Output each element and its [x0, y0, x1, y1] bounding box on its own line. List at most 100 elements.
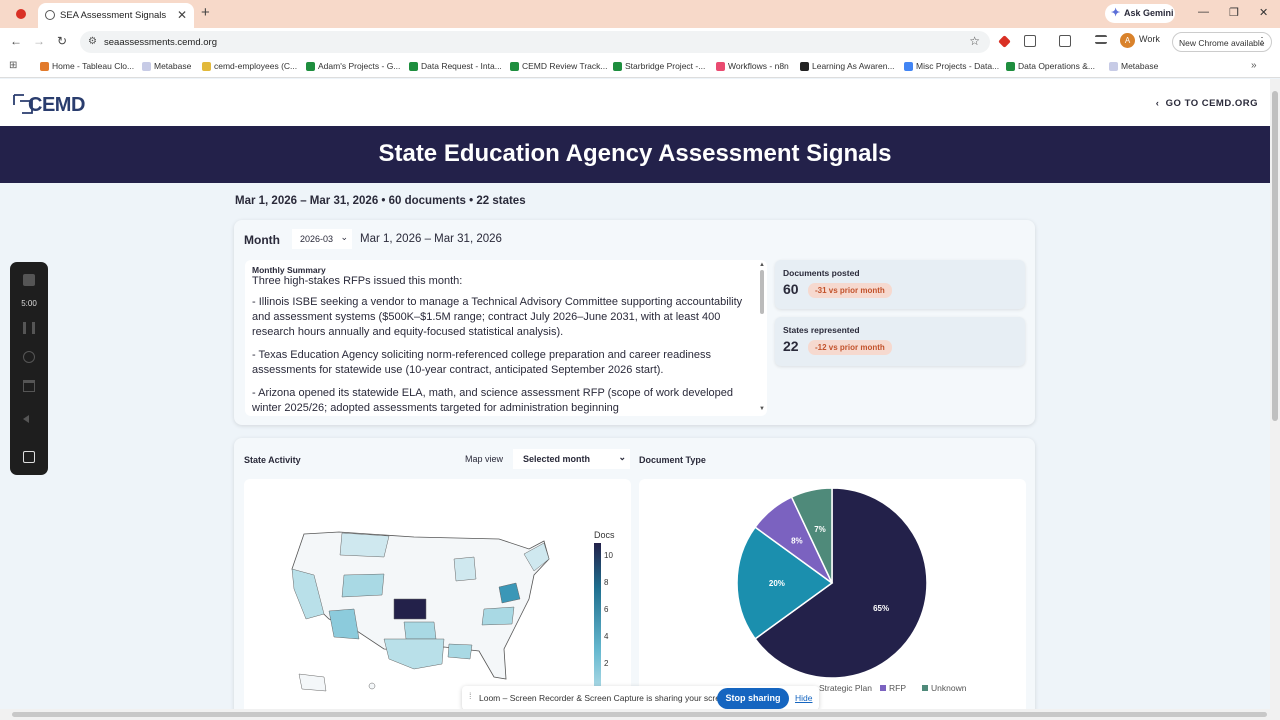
legend-label[interactable]: RFP [889, 683, 906, 693]
globe-icon [45, 10, 55, 20]
documents-posted-card: Documents posted 60 -31 vs prior month [775, 260, 1025, 309]
legend-label[interactable]: Unknown [931, 683, 967, 693]
logo-text[interactable]: CEMD [28, 94, 85, 117]
bookmark-item[interactable]: CEMD Review Track... [510, 61, 608, 71]
hide-link[interactable]: Hide [795, 693, 812, 703]
summary-scrollbar[interactable]: ▲ ▼ [759, 262, 765, 414]
month-select[interactable]: 2026-03 ⌄ [292, 229, 352, 249]
state-region[interactable] [383, 638, 445, 670]
forward-icon[interactable]: → [33, 34, 45, 48]
url-field[interactable]: ⚙ seaassessments.cemd.org ☆ [80, 31, 990, 53]
bookmark-item[interactable]: Data Request - Inta... [409, 61, 502, 71]
profile-name: Work [1139, 34, 1160, 44]
close-tab-icon[interactable]: ✕ [177, 8, 187, 22]
new-chrome-available-button[interactable]: New Chrome available ⋮ [1172, 32, 1272, 52]
more-menu-icon[interactable]: ⋮ [1257, 36, 1267, 47]
loom-sharing-banner: ⁞ Loom – Screen Recorder & Screen Captur… [462, 686, 819, 710]
state-region-kansas[interactable] [393, 598, 427, 620]
scroll-thumb[interactable] [1272, 91, 1278, 421]
pie-value-label: 7% [814, 525, 826, 534]
legend-swatch [880, 685, 886, 691]
sheets-icon [306, 62, 315, 71]
legend-label[interactable]: Strategic Plan [819, 683, 872, 693]
hawaii-region[interactable] [368, 682, 376, 690]
state-region[interactable] [481, 606, 515, 626]
camera-icon[interactable] [23, 451, 35, 463]
browser-tab-bar: SEA Assessment Signals ✕ + ✦ Ask Gemini … [0, 0, 1280, 28]
minimize-icon[interactable]: — [1198, 6, 1209, 18]
address-bar-row: ← → ↻ ⚙ seaassessments.cemd.org ☆ A Work… [0, 28, 1280, 56]
ask-gemini-button[interactable]: ✦ Ask Gemini [1105, 4, 1175, 23]
stop-record-icon[interactable] [23, 274, 35, 286]
bookmark-label: Metabase [1121, 61, 1159, 71]
map-view-value: Selected month [523, 454, 591, 464]
page-vertical-scrollbar[interactable] [1270, 79, 1280, 711]
sheets-icon [409, 62, 418, 71]
bookmark-item[interactable]: Adam's Projects - G... [306, 61, 400, 71]
bookmark-item[interactable]: cemd-employees (C... [202, 61, 297, 71]
restart-icon[interactable] [23, 351, 35, 363]
screenshot-icon[interactable] [1059, 35, 1071, 47]
rewind-icon[interactable] [23, 415, 29, 423]
ask-gemini-label: Ask Gemini [1124, 8, 1174, 18]
restore-icon[interactable]: ❐ [1229, 6, 1239, 19]
legend-tick-label: 2 [604, 659, 609, 668]
state-region[interactable] [341, 573, 385, 598]
new-tab-button[interactable]: + [201, 4, 210, 21]
reload-icon[interactable]: ↻ [57, 34, 67, 48]
bookmark-item[interactable]: Data Operations &... [1006, 61, 1095, 71]
state-region[interactable] [403, 621, 437, 640]
tab-search-icon[interactable] [1095, 35, 1107, 44]
trash-icon[interactable] [23, 380, 35, 392]
state-region[interactable] [453, 556, 477, 582]
scroll-down-icon[interactable]: ▼ [759, 406, 765, 412]
sheets-icon [613, 62, 622, 71]
bookmark-item[interactable]: Metabase [1109, 61, 1158, 71]
state-map-panel: Docs 10 8 6 4 2 [244, 479, 631, 709]
scroll-up-icon[interactable]: ▲ [759, 262, 765, 268]
site-info-icon[interactable]: ⚙ [88, 36, 97, 47]
drag-handle-icon[interactable]: ⁞ [469, 691, 472, 701]
pie-value-label: 8% [791, 537, 803, 546]
profile-button[interactable]: A Work [1120, 33, 1160, 48]
pause-icon[interactable] [23, 322, 35, 334]
bookmark-item[interactable]: Home - Tableau Clo... [40, 61, 134, 71]
extension-red-icon[interactable] [998, 35, 1011, 48]
stop-sharing-button[interactable]: Stop sharing [717, 688, 789, 709]
bookmarks-bar: ⊞ Home - Tableau Clo... Metabase cemd-em… [0, 56, 1280, 78]
page-horizontal-scrollbar[interactable] [0, 709, 1280, 720]
bookmark-item[interactable]: Learning As Awaren... [800, 61, 895, 71]
sheets-icon [1006, 62, 1015, 71]
go-to-cemd-label: GO TO CEMD.ORG [1165, 98, 1258, 109]
scroll-thumb[interactable] [12, 712, 1267, 717]
back-icon[interactable]: ← [10, 34, 22, 48]
map-view-select[interactable]: Selected month ⌄ [513, 449, 630, 469]
apps-grid-icon[interactable]: ⊞ [9, 60, 17, 71]
map-view-label: Map view [465, 454, 504, 464]
browser-tab[interactable]: SEA Assessment Signals ✕ [38, 3, 194, 28]
document-type-pie-chart: 65% 20% 8% 7% Strategic Plan RFP Unknown [736, 487, 967, 693]
legend-tick-label: 6 [604, 605, 609, 614]
bookmark-item[interactable]: Metabase [142, 61, 191, 71]
state-region[interactable] [328, 608, 360, 640]
sheets-icon [510, 62, 519, 71]
bookmark-item[interactable]: Workflows - n8n [716, 61, 789, 71]
bookmark-label: Data Request - Inta... [421, 61, 502, 71]
state-region[interactable] [339, 532, 390, 558]
alaska-region[interactable] [298, 673, 327, 692]
bookmark-label: Workflows - n8n [728, 61, 789, 71]
go-to-cemd-link[interactable]: ‹ GO TO CEMD.ORG [1156, 98, 1258, 109]
bookmark-item[interactable]: Misc Projects - Data... [904, 61, 999, 71]
color-legend-bar [594, 543, 601, 709]
state-region[interactable] [447, 643, 473, 660]
close-window-icon[interactable]: ✕ [1259, 6, 1268, 19]
us-choropleth-map[interactable]: Docs 10 8 6 4 2 [244, 479, 631, 709]
bookmark-star-icon[interactable]: ☆ [969, 34, 980, 48]
summary-item: - Illinois ISBE seeking a vendor to mana… [252, 296, 743, 338]
monthly-card: Month 2026-03 ⌄ Mar 1, 2026 – Mar 31, 20… [234, 220, 1035, 425]
monthly-summary-box[interactable]: Monthly Summary Three high-stakes RFPs i… [245, 260, 767, 416]
bookmarks-overflow-icon[interactable]: » [1251, 60, 1257, 71]
bookmark-item[interactable]: Starbridge Project -... [613, 61, 705, 71]
scroll-thumb[interactable] [760, 270, 764, 314]
extensions-puzzle-icon[interactable] [1024, 35, 1036, 47]
